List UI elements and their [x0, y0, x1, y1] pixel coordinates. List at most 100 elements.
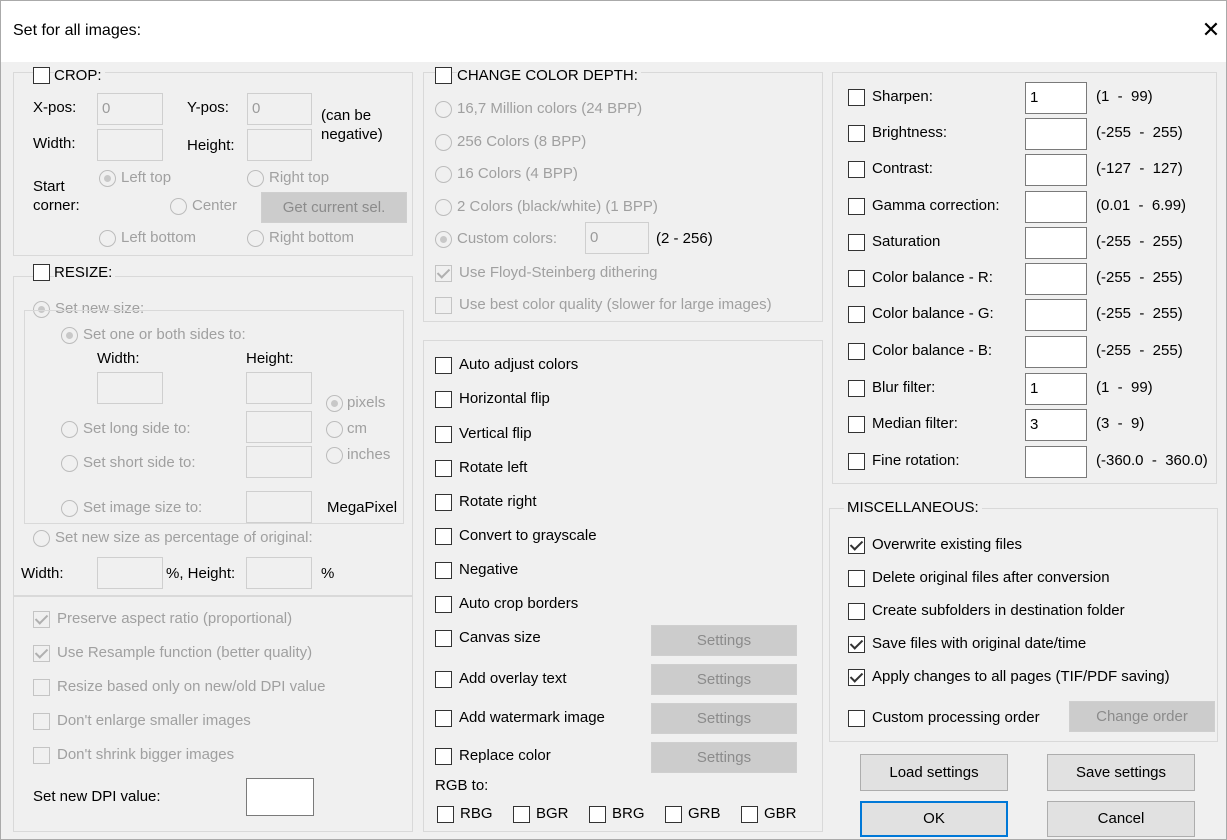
canvas-settings-button[interactable]: Settings [651, 625, 797, 656]
replace-color-checkbox[interactable] [435, 748, 452, 765]
best-quality-checkbox[interactable] [435, 297, 452, 314]
color-balance-r-input[interactable] [1025, 263, 1087, 295]
rbg-checkbox[interactable] [437, 806, 454, 823]
replace-settings-button[interactable]: Settings [651, 742, 797, 773]
vflip-checkbox[interactable] [435, 426, 452, 443]
canvas-size-checkbox[interactable] [435, 630, 452, 647]
crop-width-input[interactable] [97, 129, 163, 161]
all-pages-checkbox[interactable] [848, 669, 865, 686]
pct-height-label: %, Height: [166, 565, 236, 582]
percentage-radio[interactable] [33, 530, 50, 547]
fine-rotation-checkbox[interactable] [848, 453, 865, 470]
delete-original-checkbox[interactable] [848, 570, 865, 587]
sharpen-input[interactable]: 1 [1025, 82, 1087, 114]
contrast-checkbox[interactable] [848, 161, 865, 178]
grb-checkbox[interactable] [665, 806, 682, 823]
subfolders-checkbox[interactable] [848, 603, 865, 620]
original-date-checkbox[interactable] [848, 636, 865, 653]
short-side-input[interactable] [246, 446, 312, 478]
ok-button[interactable]: OK [860, 801, 1008, 837]
color-24bpp-radio[interactable] [435, 101, 452, 118]
right-bottom-radio[interactable] [247, 230, 264, 247]
custom-colors-input[interactable]: 0 [585, 222, 649, 254]
hflip-checkbox[interactable] [435, 391, 452, 408]
dpi-value-input[interactable] [246, 778, 314, 816]
brg-checkbox[interactable] [589, 806, 606, 823]
set-short-side-radio[interactable] [61, 455, 78, 472]
color-balance-g-checkbox[interactable] [848, 306, 865, 323]
set-long-side-radio[interactable] [61, 421, 78, 438]
left-bottom-radio[interactable] [99, 230, 116, 247]
set-one-both-radio[interactable] [61, 327, 78, 344]
preserve-aspect-checkbox[interactable] [33, 611, 50, 628]
center-radio[interactable] [170, 198, 187, 215]
pct-height-input[interactable] [246, 557, 312, 589]
median-checkbox[interactable] [848, 416, 865, 433]
get-current-selection-button[interactable]: Get current sel. [261, 192, 407, 223]
resize-checkbox[interactable] [33, 264, 50, 281]
left-top-radio[interactable] [99, 170, 116, 187]
sharpen-checkbox[interactable] [848, 89, 865, 106]
right-top-radio[interactable] [247, 170, 264, 187]
overwrite-checkbox[interactable] [848, 537, 865, 554]
blur-input[interactable]: 1 [1025, 373, 1087, 405]
ypos-input[interactable]: 0 [247, 93, 312, 125]
color-depth-checkbox[interactable] [435, 67, 452, 84]
resize-width-input[interactable] [97, 372, 163, 404]
color-balance-g-input[interactable] [1025, 299, 1087, 331]
change-order-button[interactable]: Change order [1069, 701, 1215, 732]
gamma-checkbox[interactable] [848, 198, 865, 215]
resize-height-input[interactable] [246, 372, 312, 404]
saturation-checkbox[interactable] [848, 234, 865, 251]
color-1bpp-radio[interactable] [435, 199, 452, 216]
custom-order-checkbox[interactable] [848, 710, 865, 727]
rotate-right-checkbox[interactable] [435, 494, 452, 511]
blur-checkbox[interactable] [848, 380, 865, 397]
set-long-side-label: Set long side to: [83, 420, 191, 437]
crop-height-input[interactable] [247, 129, 312, 161]
rotate-left-checkbox[interactable] [435, 460, 452, 477]
watermark-settings-button[interactable]: Settings [651, 703, 797, 734]
negative-checkbox[interactable] [435, 562, 452, 579]
set-image-size-radio[interactable] [61, 500, 78, 517]
auto-adjust-checkbox[interactable] [435, 357, 452, 374]
no-shrink-checkbox[interactable] [33, 747, 50, 764]
color-8bpp-radio[interactable] [435, 134, 452, 151]
median-input[interactable]: 3 [1025, 409, 1087, 441]
no-enlarge-checkbox[interactable] [33, 713, 50, 730]
grayscale-checkbox[interactable] [435, 528, 452, 545]
inches-radio[interactable] [326, 447, 343, 464]
gbr-checkbox[interactable] [741, 806, 758, 823]
bgr-checkbox[interactable] [513, 806, 530, 823]
brightness-checkbox[interactable] [848, 125, 865, 142]
watermark-checkbox[interactable] [435, 710, 452, 727]
overlay-settings-button[interactable]: Settings [651, 664, 797, 695]
pct-width-input[interactable] [97, 557, 163, 589]
fine-rotation-input[interactable] [1025, 446, 1087, 478]
long-side-input[interactable] [246, 411, 312, 443]
cm-radio[interactable] [326, 421, 343, 438]
load-settings-button[interactable]: Load settings [860, 754, 1008, 791]
resample-checkbox[interactable] [33, 645, 50, 662]
color-balance-b-input[interactable] [1025, 336, 1087, 368]
color-balance-r-checkbox[interactable] [848, 270, 865, 287]
color-4bpp-radio[interactable] [435, 166, 452, 183]
pixels-radio[interactable] [326, 395, 343, 412]
custom-colors-radio[interactable] [435, 231, 452, 248]
floyd-checkbox[interactable] [435, 265, 452, 282]
save-settings-button[interactable]: Save settings [1047, 754, 1195, 791]
xpos-input[interactable]: 0 [97, 93, 163, 125]
dpi-only-checkbox[interactable] [33, 679, 50, 696]
overlay-text-checkbox[interactable] [435, 671, 452, 688]
crop-title: CROP: [54, 66, 105, 86]
image-size-input[interactable] [246, 491, 312, 523]
close-icon[interactable]: ✕ [1199, 14, 1223, 46]
saturation-input[interactable] [1025, 227, 1087, 259]
cancel-button[interactable]: Cancel [1047, 801, 1195, 837]
color-balance-b-checkbox[interactable] [848, 343, 865, 360]
gamma-input[interactable] [1025, 191, 1087, 223]
auto-crop-checkbox[interactable] [435, 596, 452, 613]
contrast-input[interactable] [1025, 154, 1087, 186]
crop-checkbox[interactable] [33, 67, 50, 84]
brightness-input[interactable] [1025, 118, 1087, 150]
